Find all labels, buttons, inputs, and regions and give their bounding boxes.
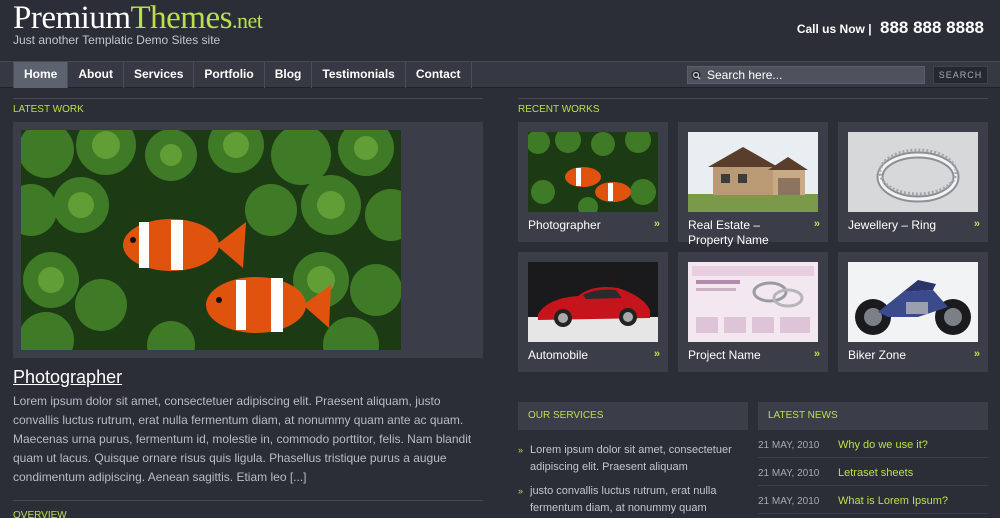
recent-work-caption[interactable]: Photographer: [528, 218, 646, 233]
divider: [13, 98, 483, 99]
search-box: [687, 66, 925, 84]
divider: [518, 98, 988, 99]
recent-work-caption[interactable]: Project Name: [688, 348, 806, 363]
list-item: » justo convallis luctus rutrum, erat nu…: [518, 483, 743, 517]
news-item: 21 MAY, 2010 Letraset sheets: [758, 462, 988, 486]
main-nav: Home About Services Portfolio Blog Testi…: [13, 62, 472, 88]
nav-item-about[interactable]: About: [68, 62, 124, 88]
double-arrow-icon[interactable]: »: [974, 218, 980, 230]
double-arrow-icon[interactable]: »: [654, 218, 660, 230]
news-date: 21 MAY, 2010: [758, 496, 820, 507]
recent-work-card[interactable]: Real Estate – Property Name »: [678, 122, 828, 247]
search-button[interactable]: SEARCH: [933, 66, 988, 84]
news-date: 21 MAY, 2010: [758, 440, 820, 451]
recent-work-card[interactable]: Automobile »: [518, 252, 668, 372]
featured-work-excerpt: Lorem ipsum dolor sit amet, consectetuer…: [13, 394, 472, 484]
latest-work-heading: LATEST WORK: [13, 104, 84, 115]
recent-work-card[interactable]: Jewellery – Ring »: [838, 122, 988, 242]
double-arrow-icon[interactable]: »: [974, 348, 980, 360]
site-logo[interactable]: PremiumThemes.net: [13, 0, 263, 37]
call-us-block: Call us Now | 888 888 8888: [797, 18, 984, 38]
call-us-label: Call us Now |: [796, 22, 872, 36]
nav-item-portfolio[interactable]: Portfolio: [194, 62, 265, 88]
thumb-project[interactable]: [688, 262, 818, 342]
recent-work-caption[interactable]: Automobile: [528, 348, 646, 363]
nav-item-testimonials[interactable]: Testimonials: [312, 62, 406, 88]
our-services-heading: OUR SERVICES: [518, 402, 748, 430]
double-arrow-icon[interactable]: »: [814, 348, 820, 360]
recent-work-caption[interactable]: Jewellery – Ring: [848, 218, 966, 233]
service-text: justo convallis luctus rutrum, erat null…: [530, 485, 717, 514]
thumb-clownfish[interactable]: [528, 132, 658, 212]
featured-image-clownfish[interactable]: [21, 130, 401, 350]
latest-news-heading: LATEST NEWS: [758, 402, 988, 430]
recent-work-card[interactable]: Project Name »: [678, 252, 828, 372]
thumb-car[interactable]: [528, 262, 658, 342]
news-title-link[interactable]: Letraset sheets: [838, 467, 913, 479]
double-arrow-icon[interactable]: »: [814, 218, 820, 230]
site-tagline: Just another Templatic Demo Sites site: [13, 33, 221, 47]
recent-work-caption[interactable]: Biker Zone: [848, 348, 966, 363]
search-input[interactable]: [707, 67, 921, 83]
thumb-motorbike[interactable]: [848, 262, 978, 342]
list-item: » Lorem ipsum dolor sit amet, consectetu…: [518, 442, 743, 476]
phone-number: 888 888 8888: [880, 18, 984, 37]
search-icon: [691, 70, 701, 80]
bullet-arrow-icon: »: [518, 445, 524, 455]
thumb-house[interactable]: [688, 132, 818, 212]
site-header: PremiumThemes.net Just another Templatic…: [0, 0, 1000, 62]
news-title-link[interactable]: Why do we use it?: [838, 439, 928, 451]
recent-work-caption[interactable]: Real Estate – Property Name: [688, 218, 806, 248]
double-arrow-icon[interactable]: »: [654, 348, 660, 360]
main-nav-bar: Home About Services Portfolio Blog Testi…: [0, 61, 1000, 88]
logo-part-net: .net: [231, 8, 263, 33]
news-item: 21 MAY, 2010 What is Lorem Ipsum?: [758, 490, 988, 514]
overview-heading: OVERVIEW: [13, 510, 67, 518]
divider: [13, 500, 483, 501]
nav-item-contact[interactable]: Contact: [406, 62, 472, 88]
service-text: Lorem ipsum dolor sit amet, consectetuer…: [530, 444, 732, 473]
news-date: 21 MAY, 2010: [758, 468, 820, 479]
featured-work-frame: [13, 122, 483, 358]
nav-item-services[interactable]: Services: [124, 62, 195, 88]
logo-part-themes: Themes: [130, 0, 233, 36]
featured-work-title-link[interactable]: Photographer: [13, 367, 122, 388]
recent-work-card[interactable]: Photographer »: [518, 122, 668, 242]
logo-part-premium: Premium: [13, 0, 131, 36]
news-item: 21 MAY, 2010 Why do we use it?: [758, 434, 988, 458]
nav-item-blog[interactable]: Blog: [265, 62, 313, 88]
recent-work-card[interactable]: Biker Zone »: [838, 252, 988, 372]
thumb-ring[interactable]: [848, 132, 978, 212]
nav-item-home[interactable]: Home: [13, 62, 69, 88]
bullet-arrow-icon: »: [518, 486, 524, 496]
news-title-link[interactable]: What is Lorem Ipsum?: [838, 495, 948, 507]
recent-works-heading: RECENT WORKS: [518, 104, 600, 115]
